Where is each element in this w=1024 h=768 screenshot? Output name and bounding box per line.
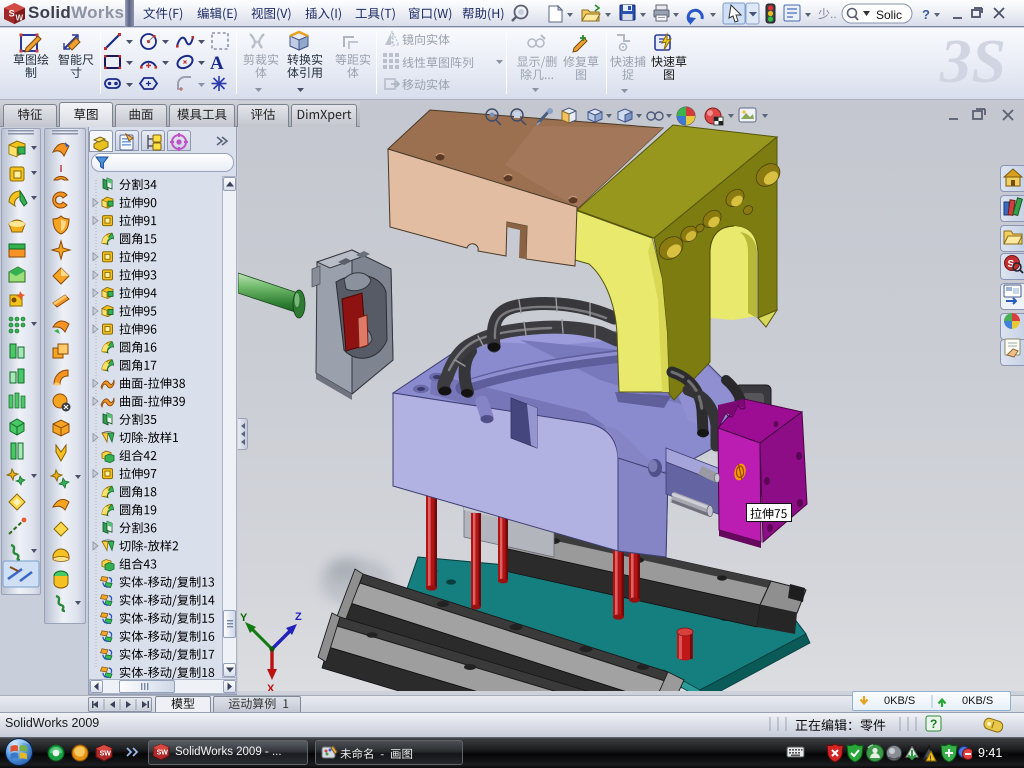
svg-text:X: X bbox=[267, 683, 275, 691]
svg-text:SW: SW bbox=[100, 751, 112, 758]
svg-text:!: ! bbox=[929, 756, 931, 763]
svg-text:少..: 少.. bbox=[818, 7, 837, 21]
svg-text:?: ? bbox=[922, 7, 930, 22]
svg-text:Z: Z bbox=[295, 611, 302, 623]
svg-text:Y: Y bbox=[240, 612, 248, 624]
svg-text:Solic: Solic bbox=[876, 8, 902, 22]
svg-text:?: ? bbox=[930, 717, 937, 731]
svg-text:SW: SW bbox=[157, 750, 169, 757]
